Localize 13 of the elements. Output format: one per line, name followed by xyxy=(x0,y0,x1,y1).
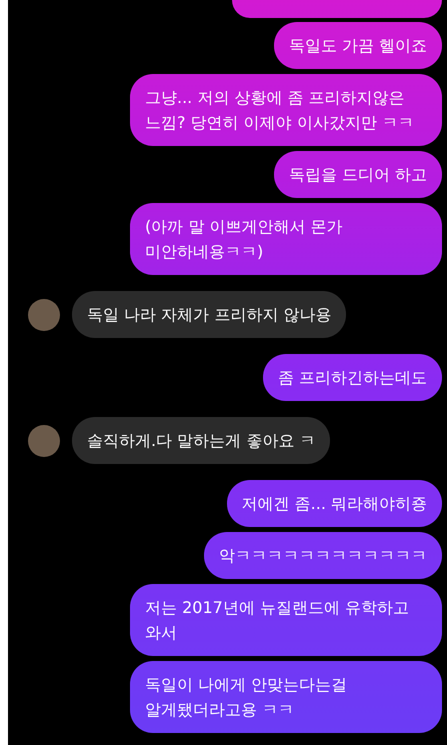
message-bubble: 독일 나라 자체가 프리하지 않나용 xyxy=(72,291,346,338)
message-bubble: 악ㅋㅋㅋㅋㅋㅋㅋㅋㅋㅋㅋㅋ xyxy=(204,532,442,579)
avatar-placeholder xyxy=(28,298,60,330)
message-bubble: 독일이 나에게 안맞는다는걸 알게됐더라고용 ㅋㅋ xyxy=(130,661,442,733)
message-bubble: 좀 프리하긴하는데도 xyxy=(262,354,442,401)
message-bubble: 그냥... 저의 상황에 좀 프리하지않은 느낌? 당연히 이제야 이사갔지만 ㅋㅋ xyxy=(130,74,442,146)
message-bubble: 저는 2017년에 뉴질랜드에 유학하고 와서 xyxy=(130,584,442,656)
message-bubble: 솔직하게.다 말하는게 좋아요 ㅋ xyxy=(72,417,330,464)
avatar-placeholder xyxy=(28,424,60,456)
message-bubble: 저에겐 좀... 뭐라해야히죵 xyxy=(226,480,442,527)
message-bubble: 독일도 가끔 헬이죠 xyxy=(274,22,442,69)
message-bubble: 독립을 드디어 하고 xyxy=(274,151,442,198)
message-bubble: (아까 말 이쁘게안해서 몬가 미안하네용ㅋㅋ) xyxy=(130,203,442,275)
